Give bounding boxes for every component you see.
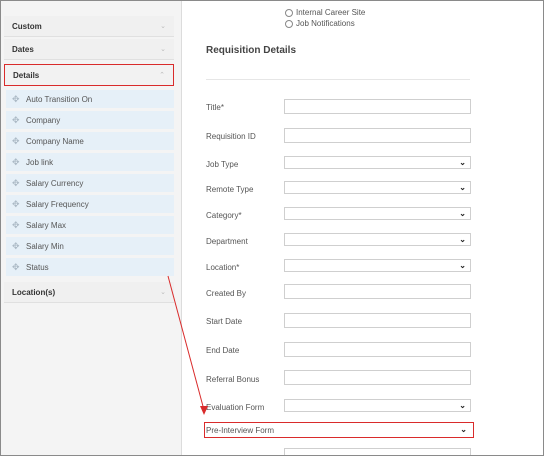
field-item-label: Salary Frequency xyxy=(26,199,89,209)
chevron-down-icon: ⌄ xyxy=(460,425,467,434)
chevron-down-icon: ⌄ xyxy=(459,401,466,410)
label-end-date: End Date xyxy=(206,346,240,355)
chevron-down-icon: ⌄ xyxy=(459,209,466,218)
field-item-label: Company xyxy=(26,115,61,125)
evaluation-form-select[interactable]: ⌄ xyxy=(284,399,471,412)
field-item-company-name[interactable]: ✥ Company Name xyxy=(6,132,174,151)
move-icon: ✥ xyxy=(12,177,20,188)
chevron-down-icon: ⌄ xyxy=(160,23,166,30)
end-date-input[interactable] xyxy=(284,342,471,357)
field-item-auto-transition[interactable]: ✥ Auto Transition On xyxy=(6,90,174,109)
section-details[interactable]: Details ⌃ xyxy=(4,64,174,86)
remote-type-select[interactable]: ⌄ xyxy=(284,181,471,194)
field-item-label: Job link xyxy=(26,157,54,167)
field-item-salary-currency[interactable]: ✥ Salary Currency xyxy=(6,174,174,193)
field-item-salary-max[interactable]: ✥ Salary Max xyxy=(6,216,174,235)
app-frame: Custom ⌄ Dates ⌄ Details ⌃ ✥ Auto Transit… xyxy=(0,0,544,456)
field-item-label: Company Name xyxy=(26,136,84,146)
label-title: Title* xyxy=(206,103,224,112)
checkbox-label: Internal Career Site xyxy=(296,8,366,17)
move-icon: ✥ xyxy=(12,219,20,230)
label-location: Location* xyxy=(206,263,240,272)
label-remote-type: Remote Type xyxy=(206,185,254,194)
field-item-salary-frequency[interactable]: ✥ Salary Frequency xyxy=(6,195,174,214)
label-created-by: Created By xyxy=(206,289,247,298)
label-start-date: Start Date xyxy=(206,317,243,326)
field-item-job-link[interactable]: ✥ Job link xyxy=(6,153,174,172)
section-locations[interactable]: Location(s) ⌄ xyxy=(4,282,174,303)
move-icon: ✥ xyxy=(12,261,20,272)
section-label: Details xyxy=(13,70,40,80)
start-date-input[interactable] xyxy=(284,313,471,328)
field-item-label: Salary Min xyxy=(26,241,64,251)
move-icon: ✥ xyxy=(12,135,20,146)
field-item-label: Status xyxy=(26,262,49,272)
chevron-up-icon: ⌃ xyxy=(159,72,165,79)
section-label: Location(s) xyxy=(12,287,56,297)
label-referral-bonus: Referral Bonus xyxy=(206,375,260,384)
label-pre-interview-form: Pre-Interview Form xyxy=(206,426,275,435)
chevron-down-icon: ⌄ xyxy=(459,183,466,192)
checkbox-job-notifications[interactable]: Job Notifications xyxy=(285,19,355,28)
section-dates[interactable]: Dates ⌄ xyxy=(4,39,174,60)
field-item-label: Auto Transition On xyxy=(26,94,93,104)
section-label: Dates xyxy=(12,44,34,54)
chevron-down-icon: ⌄ xyxy=(459,261,466,270)
field-sidebar: Custom ⌄ Dates ⌄ Details ⌃ ✥ Auto Transit… xyxy=(1,1,182,455)
field-item-label: Salary Max xyxy=(26,220,67,230)
field-item-label: Salary Currency xyxy=(26,178,84,188)
label-department: Department xyxy=(206,237,248,246)
checkbox-icon[interactable] xyxy=(285,8,293,17)
field-item-salary-min[interactable]: ✥ Salary Min xyxy=(6,237,174,256)
checkbox-label: Job Notifications xyxy=(296,19,355,28)
department-select[interactable]: ⌄ xyxy=(284,233,471,246)
requisition-id-input[interactable] xyxy=(284,128,471,143)
next-field-input[interactable] xyxy=(284,448,471,455)
label-requisition-id: Requisition ID xyxy=(206,132,256,141)
label-job-type: Job Type xyxy=(206,160,239,169)
divider xyxy=(206,79,470,80)
move-icon: ✥ xyxy=(12,198,20,209)
location-select[interactable]: ⌄ xyxy=(284,259,471,272)
field-item-company[interactable]: ✥ Company xyxy=(6,111,174,130)
chevron-down-icon: ⌄ xyxy=(160,289,166,296)
created-by-input[interactable] xyxy=(284,284,471,299)
move-icon: ✥ xyxy=(12,156,20,167)
requisition-form: Internal Career Site Job Notifications R… xyxy=(182,1,543,455)
checkbox-icon[interactable] xyxy=(285,19,293,28)
label-category: Category* xyxy=(206,211,242,220)
move-icon: ✥ xyxy=(12,93,20,104)
chevron-down-icon: ⌄ xyxy=(160,46,166,53)
category-select[interactable]: ⌄ xyxy=(284,207,471,220)
section-label: Custom xyxy=(12,21,42,31)
checkbox-internal-career-site[interactable]: Internal Career Site xyxy=(285,8,365,17)
field-item-status[interactable]: ✥ Status xyxy=(6,258,174,277)
title-input[interactable] xyxy=(284,99,471,114)
move-icon: ✥ xyxy=(12,114,20,125)
pre-interview-form-select[interactable]: ⌄ xyxy=(284,424,471,437)
job-type-select[interactable]: ⌄ xyxy=(284,156,471,169)
referral-bonus-input[interactable] xyxy=(284,370,471,385)
section-title: Requisition Details xyxy=(206,45,297,56)
label-evaluation-form: Evaluation Form xyxy=(206,403,265,412)
move-icon: ✥ xyxy=(12,240,20,251)
chevron-down-icon: ⌄ xyxy=(459,158,466,167)
section-custom[interactable]: Custom ⌄ xyxy=(4,16,174,37)
chevron-down-icon: ⌄ xyxy=(459,235,466,244)
